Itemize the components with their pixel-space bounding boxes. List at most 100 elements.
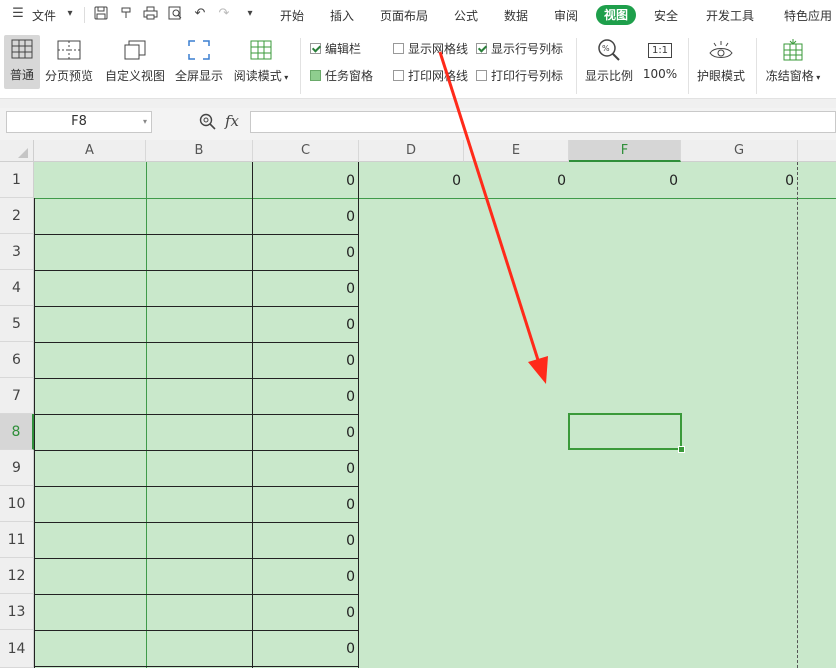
fx-icon[interactable]: fx [225,112,239,130]
cell-border [34,414,359,415]
print-preview-icon[interactable] [167,6,183,22]
row-header-12[interactable]: 12 [0,558,34,594]
tab-view[interactable]: 视图 [596,5,637,25]
zoom-lookup-icon[interactable] [199,113,216,134]
tab-security[interactable]: 安全 [654,7,678,24]
tab-insert[interactable]: 插入 [330,7,354,24]
row-header-5[interactable]: 5 [0,306,34,342]
hamburger-menu-icon[interactable]: ☰ [10,6,26,22]
save-icon[interactable] [93,6,109,22]
cell-c12[interactable]: 0 [253,569,355,585]
cell-f1[interactable]: 0 [569,173,678,189]
chevron-down-icon[interactable]: ▾ [143,112,147,132]
tab-review[interactable]: 审阅 [554,7,578,24]
cell-c7[interactable]: 0 [253,389,355,405]
select-all-corner[interactable] [0,140,34,162]
freeze-panes-button[interactable]: 冻结窗格 ▾ [762,36,824,84]
tab-page-layout[interactable]: 页面布局 [380,7,428,24]
cell-e1[interactable]: 0 [464,173,566,189]
row-header-7[interactable]: 7 [0,378,34,414]
row-header-2[interactable]: 2 [0,198,34,234]
cell-border [34,450,359,451]
cell-c8[interactable]: 0 [253,425,355,441]
formula-bar-checkbox[interactable]: 编辑栏 [310,40,361,57]
row-header-8[interactable]: 8 [0,414,34,450]
zoom-ratio-button[interactable]: % 显示比例 [583,36,635,84]
cell-c4[interactable]: 0 [253,281,355,297]
cell-g1[interactable]: 0 [681,173,794,189]
eye-icon [694,36,748,64]
chevron-down-icon[interactable]: ▾ [62,6,78,22]
column-header-a[interactable]: A [34,140,146,162]
cell-c3[interactable]: 0 [253,245,355,261]
cell-c6[interactable]: 0 [253,353,355,369]
print-icon[interactable] [142,6,158,22]
cell-c11[interactable]: 0 [253,533,355,549]
cell-c13[interactable]: 0 [253,605,355,621]
file-menu[interactable]: 文件 [32,7,56,24]
zoom-100-button[interactable]: 1:1 100% [640,36,680,81]
print-gridlines-checkbox[interactable]: 打印网格线 [393,67,468,84]
row-divider [34,198,836,199]
tab-special-apps[interactable]: 特色应用 [784,7,832,24]
fullscreen-button[interactable]: 全屏显示 [172,36,226,84]
divider [84,7,85,23]
row-header-9[interactable]: 9 [0,450,34,486]
cell-c14[interactable]: 0 [253,641,355,657]
zoom-magnifier-icon: % [583,36,635,64]
cell-c2[interactable]: 0 [253,209,355,225]
show-gridlines-checkbox[interactable]: 显示网格线 [393,40,468,57]
divider [300,38,301,94]
cell-border [34,594,359,595]
ratio-1-1-icon: 1:1 [640,36,680,64]
tab-developer-tools[interactable]: 开发工具 [706,7,754,24]
checkbox-unchecked-icon [393,70,404,81]
cell-c1[interactable]: 0 [253,173,355,189]
tab-home[interactable]: 开始 [280,7,304,24]
page-break-preview-button[interactable]: 分页预览 [42,36,96,84]
column-header-g[interactable]: G [681,140,798,162]
show-headers-checkbox[interactable]: 显示行号列标 [476,40,563,57]
custom-view-button[interactable]: 自定义视图 [102,36,168,84]
row-header-3[interactable]: 3 [0,234,34,270]
row-header-14[interactable]: 14 [0,630,34,668]
cell-border [34,198,35,668]
column-header-e[interactable]: E [464,140,569,162]
redo-icon[interactable]: ↷ [216,6,232,22]
row-header-13[interactable]: 13 [0,594,34,630]
fill-handle[interactable] [678,446,685,453]
cell-d1[interactable]: 0 [359,173,461,189]
undo-icon[interactable]: ↶ [192,6,208,22]
chevron-down-icon[interactable]: ▾ [242,6,258,22]
row-header-11[interactable]: 11 [0,522,34,558]
tab-formulas[interactable]: 公式 [454,7,478,24]
column-header-c[interactable]: C [253,140,359,162]
eye-protection-button[interactable]: 护眼模式 [694,36,748,84]
formula-input[interactable] [250,111,836,133]
print-headers-checkbox[interactable]: 打印行号列标 [476,67,563,84]
normal-view-button[interactable]: 普通 [4,35,40,89]
row-header-10[interactable]: 10 [0,486,34,522]
row-header-6[interactable]: 6 [0,342,34,378]
tab-data[interactable]: 数据 [504,7,528,24]
row-header-1[interactable]: 1 [0,162,34,198]
reading-mode-button[interactable]: 阅读模式 ▾ [232,36,290,84]
column-header-h[interactable] [798,140,836,162]
spreadsheet-grid[interactable]: A B C D E F G 1 2 3 4 5 6 7 8 9 10 11 12… [0,140,836,668]
task-pane-checkbox[interactable]: 任务窗格 [310,67,373,84]
checkbox-checked-icon [310,43,321,54]
row-header-4[interactable]: 4 [0,270,34,306]
format-painter-icon[interactable] [118,6,134,22]
reading-mode-icon [232,36,290,64]
column-header-b[interactable]: B [146,140,253,162]
selected-cell-f8[interactable] [568,413,682,450]
cell-c10[interactable]: 0 [253,497,355,513]
column-header-f[interactable]: F [569,140,681,162]
cell-c9[interactable]: 0 [253,461,355,477]
grid-view-icon [4,35,40,63]
column-header-d[interactable]: D [359,140,464,162]
cell-border [34,270,359,271]
cell-c5[interactable]: 0 [253,317,355,333]
name-box[interactable]: F8 ▾ [6,111,152,133]
cell-border [34,306,359,307]
